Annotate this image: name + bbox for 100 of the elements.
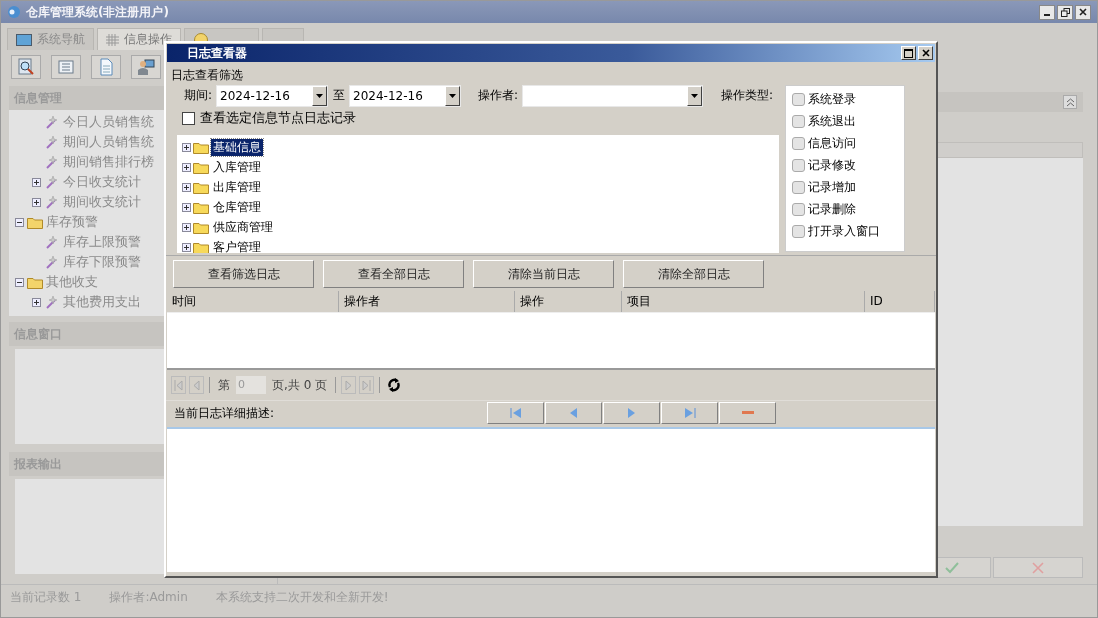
skip-forward-icon bbox=[683, 408, 696, 418]
action-button[interactable]: 查看筛选日志 bbox=[173, 260, 314, 288]
checkbox-label: 记录修改 bbox=[808, 156, 856, 174]
column-header[interactable]: ID bbox=[865, 291, 935, 312]
wand-icon bbox=[44, 235, 60, 249]
checkbox[interactable] bbox=[792, 136, 805, 150]
operator-label: 操作者: bbox=[478, 87, 519, 105]
window-title: 仓库管理系统(非注册用户) bbox=[26, 3, 169, 21]
minimize-button[interactable] bbox=[1039, 4, 1055, 20]
folder-icon bbox=[27, 275, 43, 289]
app-logo-icon bbox=[7, 5, 21, 19]
minus-icon bbox=[741, 411, 754, 415]
tree-item[interactable]: 供应商管理 bbox=[211, 218, 275, 236]
skip-forward-icon bbox=[362, 379, 372, 391]
wand-icon bbox=[44, 115, 60, 129]
confirm-button[interactable] bbox=[936, 557, 991, 578]
expand-toggle[interactable] bbox=[182, 142, 191, 152]
folder-icon bbox=[193, 140, 209, 154]
column-header[interactable]: 项目 bbox=[622, 291, 865, 312]
action-button[interactable]: 清除全部日志 bbox=[623, 260, 764, 288]
expand-toggle[interactable] bbox=[32, 297, 41, 307]
refresh-icon bbox=[387, 378, 402, 392]
tree-item[interactable]: 出库管理 bbox=[211, 178, 263, 196]
collapse-toggle[interactable] bbox=[15, 277, 24, 287]
folder-icon bbox=[193, 160, 209, 174]
wand-icon bbox=[44, 135, 60, 149]
caret-down-icon bbox=[316, 93, 324, 98]
folder-icon bbox=[27, 215, 43, 229]
checkbox-label: 系统登录 bbox=[808, 90, 856, 108]
close-icon bbox=[921, 49, 930, 57]
checkbox-label: 查看选定信息节点日志记录 bbox=[200, 109, 356, 128]
action-button[interactable]: 查看全部日志 bbox=[323, 260, 464, 288]
expand-toggle[interactable] bbox=[32, 197, 41, 207]
checkbox[interactable] bbox=[792, 92, 805, 106]
skip-back-icon bbox=[174, 379, 183, 391]
person-screen-icon bbox=[137, 58, 155, 76]
skip-back-icon bbox=[509, 408, 522, 418]
dropdown-button[interactable] bbox=[445, 85, 461, 106]
expand-toggle[interactable] bbox=[182, 182, 191, 192]
caret-down-icon bbox=[449, 93, 457, 98]
expand-toggle[interactable] bbox=[182, 202, 191, 212]
double-chevron-up-icon bbox=[1065, 97, 1075, 107]
collapse-toggle[interactable] bbox=[15, 217, 24, 227]
expand-toggle[interactable] bbox=[32, 177, 41, 187]
checkbox[interactable] bbox=[792, 180, 805, 194]
tab[interactable]: 信息操作 bbox=[97, 28, 181, 50]
page-count-label: 页,共 0 页 bbox=[272, 376, 328, 394]
checkbox[interactable] bbox=[792, 114, 805, 128]
maximize-button[interactable] bbox=[901, 46, 916, 60]
checkbox[interactable] bbox=[792, 224, 805, 238]
action-button[interactable]: 清除当前日志 bbox=[473, 260, 614, 288]
next-record-button[interactable] bbox=[603, 402, 660, 424]
cross-icon bbox=[1032, 561, 1044, 574]
checkbox-label: 系统退出 bbox=[808, 112, 856, 130]
checkbox-label: 打开录入窗口 bbox=[808, 222, 880, 240]
checkbox[interactable] bbox=[792, 158, 805, 172]
folder-icon bbox=[193, 200, 209, 214]
tree-item[interactable]: 基础信息 bbox=[211, 138, 263, 156]
caret-down-icon bbox=[691, 93, 699, 98]
triangle-left-icon bbox=[193, 379, 200, 391]
wand-icon bbox=[44, 175, 60, 189]
operation-type-label: 操作类型: bbox=[720, 87, 773, 105]
document-icon bbox=[97, 58, 115, 76]
user-screen-button[interactable] bbox=[131, 55, 161, 79]
wand-icon bbox=[44, 295, 60, 309]
tree-item[interactable]: 客户管理 bbox=[211, 238, 263, 253]
column-header[interactable]: 操作 bbox=[515, 291, 622, 312]
expand-toggle[interactable] bbox=[182, 222, 191, 232]
triangle-right-icon bbox=[627, 408, 636, 418]
close-button[interactable] bbox=[1075, 4, 1091, 20]
previous-record-button[interactable] bbox=[545, 402, 602, 424]
date-from-field[interactable]: 2024-12-16 bbox=[216, 84, 329, 107]
restore-button[interactable] bbox=[1057, 4, 1073, 20]
column-header[interactable]: 操作者 bbox=[339, 291, 515, 312]
dropdown-button[interactable] bbox=[687, 85, 703, 106]
grid-icon bbox=[106, 33, 119, 46]
page-label: 第 bbox=[218, 376, 230, 394]
expand-toggle[interactable] bbox=[182, 162, 191, 172]
monitor-icon bbox=[16, 33, 32, 46]
checkbox[interactable] bbox=[792, 202, 805, 216]
tree-item[interactable]: 入库管理 bbox=[211, 158, 263, 176]
detail-label: 当前日志详细描述: bbox=[174, 404, 276, 422]
last-record-button[interactable] bbox=[661, 402, 718, 424]
checkbox[interactable] bbox=[182, 111, 195, 125]
search-button[interactable] bbox=[11, 55, 41, 79]
restore-icon bbox=[1060, 7, 1070, 17]
delete-record-button[interactable] bbox=[719, 402, 776, 424]
folder-icon bbox=[193, 180, 209, 194]
folder-icon bbox=[193, 220, 209, 234]
column-header[interactable]: 时间 bbox=[167, 291, 339, 312]
date-to-field[interactable]: 2024-12-16 bbox=[349, 84, 462, 107]
dropdown-button[interactable] bbox=[312, 85, 328, 106]
collapse-button[interactable] bbox=[1063, 95, 1077, 109]
tree-item[interactable]: 仓库管理 bbox=[211, 198, 263, 216]
list-icon bbox=[57, 58, 75, 76]
checkbox-label: 记录增加 bbox=[808, 178, 856, 196]
first-record-button[interactable] bbox=[487, 402, 544, 424]
expand-toggle[interactable] bbox=[182, 242, 191, 252]
close-icon bbox=[1079, 8, 1087, 16]
to-label: 至 bbox=[333, 87, 346, 105]
